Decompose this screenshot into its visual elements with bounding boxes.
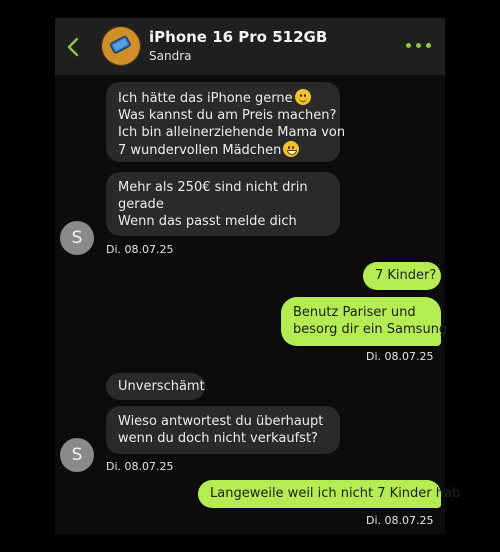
message-line: Benutz Pariser und [293, 305, 416, 320]
message-line: Ich hätte das iPhone gerne [118, 91, 293, 106]
listing-thumbnail[interactable] [101, 26, 141, 66]
sender-avatar[interactable]: S [60, 221, 94, 255]
message-line: besorg dir ein Samsung [293, 322, 448, 337]
message-line: wenn du doch nicht verkaufst? [118, 431, 318, 446]
message-line: Langeweile weil ich nicht 7 Kinder hab [210, 486, 461, 501]
sender-avatar[interactable]: S [60, 438, 94, 472]
message-bubble-incoming[interactable]: Wieso antwortest du überhaupt wenn du do… [106, 406, 340, 454]
message-bubble-outgoing[interactable]: Langeweile weil ich nicht 7 Kinder hab [198, 480, 461, 508]
message-timestamp: Di. 08.07.25 [106, 460, 174, 473]
back-arrow-icon[interactable] [66, 37, 80, 57]
message-line: Ich bin alleinerziehende Mama von [118, 125, 346, 140]
message-line: Unverschämt [118, 379, 205, 394]
grinning-face-icon [283, 141, 300, 157]
message-bubble-outgoing[interactable]: 7 Kinder? [363, 262, 441, 290]
message-line: Was kannst du am Preis machen? [118, 108, 337, 123]
message-bubble-incoming[interactable]: Unverschämt [106, 373, 205, 400]
message-line: Wenn das passt melde dich [118, 214, 297, 229]
message-line: Wieso antwortest du überhaupt [118, 414, 324, 429]
message-line: 7 wundervollen Mädchen [118, 143, 282, 158]
message-line: Mehr als 250€ sind nicht drin [118, 180, 308, 195]
slightly-smiling-face-icon [294, 89, 311, 105]
phone-image-icon [109, 35, 131, 54]
message-line: 7 Kinder? [375, 268, 437, 283]
message-timestamp: Di. 08.07.25 [106, 243, 174, 256]
contact-name[interactable]: Sandra [149, 49, 191, 63]
message-bubble-incoming[interactable]: Ich hätte das iPhone gerne Was kannst du… [106, 82, 346, 162]
message-timestamp: Di. 08.07.25 [366, 350, 434, 363]
more-options-icon[interactable] [406, 43, 432, 49]
message-line: gerade [118, 197, 164, 212]
listing-title[interactable]: iPhone 16 Pro 512GB [149, 28, 327, 46]
message-bubble-outgoing[interactable]: Benutz Pariser und besorg dir ein Samsun… [281, 297, 448, 346]
message-timestamp: Di. 08.07.25 [366, 514, 434, 527]
message-bubble-incoming[interactable]: Mehr als 250€ sind nicht drin gerade Wen… [106, 172, 340, 236]
